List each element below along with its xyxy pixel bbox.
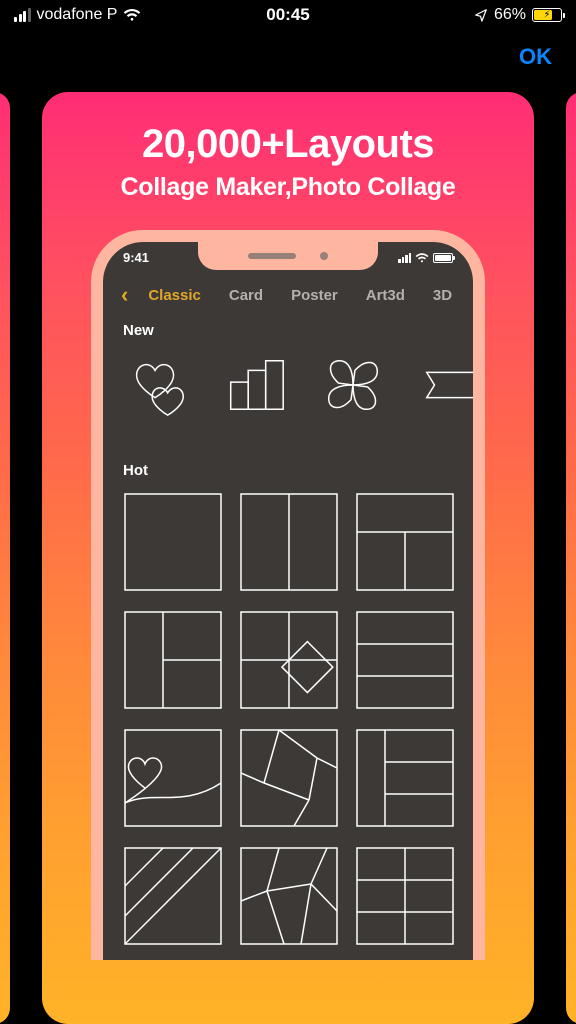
promo-subtitle: Collage Maker,Photo Collage (42, 173, 534, 202)
tab-art3d[interactable]: Art3d (352, 287, 419, 304)
inner-wifi-icon (415, 253, 429, 263)
layout-2v[interactable] (239, 492, 339, 592)
battery-icon: ⚡︎ (532, 8, 562, 22)
layout-3h[interactable] (355, 610, 455, 710)
category-tabs: ‹ Classic Card Poster Art3d 3D (103, 282, 473, 308)
new-layouts-row (123, 350, 473, 420)
layout-diamond[interactable] (239, 610, 339, 710)
tab-card[interactable]: Card (215, 287, 277, 304)
ok-button[interactable]: OK (519, 44, 552, 70)
inner-battery-icon (433, 253, 453, 263)
layout-tag-icon[interactable] (417, 350, 485, 420)
layout-clover-icon[interactable] (319, 350, 387, 420)
layout-l-shape[interactable] (123, 610, 223, 710)
inner-status-bar: 9:41 (103, 250, 473, 265)
layout-penta[interactable] (239, 846, 339, 946)
layout-1-2[interactable] (355, 492, 455, 592)
layout-heart-curve[interactable] (123, 728, 223, 828)
promo-slide-current: 20,000+Layouts Collage Maker,Photo Colla… (42, 92, 534, 1024)
inner-time: 9:41 (123, 250, 149, 265)
inner-signal-icon (398, 253, 411, 263)
device-status-bar: vodafone P 00:45 66% ⚡︎ (0, 0, 576, 30)
layout-corner-fan[interactable] (123, 846, 223, 946)
layout-hearts-icon[interactable] (123, 350, 191, 420)
location-icon (474, 8, 488, 22)
layout-bars-icon[interactable] (221, 350, 289, 420)
battery-pct: 66% (494, 6, 526, 24)
signal-icon (14, 8, 31, 22)
inner-status-icons (398, 250, 453, 265)
tab-3d[interactable]: 3D (419, 287, 466, 304)
tab-poster[interactable]: Poster (277, 287, 352, 304)
status-left: vodafone P (14, 6, 141, 24)
promo-slide-next[interactable] (566, 92, 576, 1024)
back-chevron-icon[interactable]: ‹ (121, 282, 134, 308)
promo-title: 20,000+Layouts (42, 122, 534, 167)
promo-slide-prev[interactable] (0, 92, 10, 1024)
clock-label: 00:45 (266, 5, 309, 25)
wifi-icon (123, 8, 141, 22)
section-hot-label: Hot (123, 462, 148, 479)
hot-layouts-grid (123, 492, 453, 960)
section-new-label: New (123, 322, 154, 339)
layout-1x1[interactable] (123, 492, 223, 592)
nav-bar: OK (0, 30, 576, 84)
phone-mockup: 9:41 ‹ Classic Card Poster Art3d 3D New (91, 230, 485, 960)
promo-carousel[interactable]: 20,000+Layouts Collage Maker,Photo Colla… (0, 84, 576, 1024)
layout-strip-v[interactable] (355, 728, 455, 828)
status-right: 66% ⚡︎ (474, 6, 562, 24)
carrier-label: vodafone P (37, 6, 118, 24)
layout-pinwheel[interactable] (239, 728, 339, 828)
tab-classic[interactable]: Classic (134, 287, 215, 304)
layout-grid-2x3[interactable] (355, 846, 455, 946)
